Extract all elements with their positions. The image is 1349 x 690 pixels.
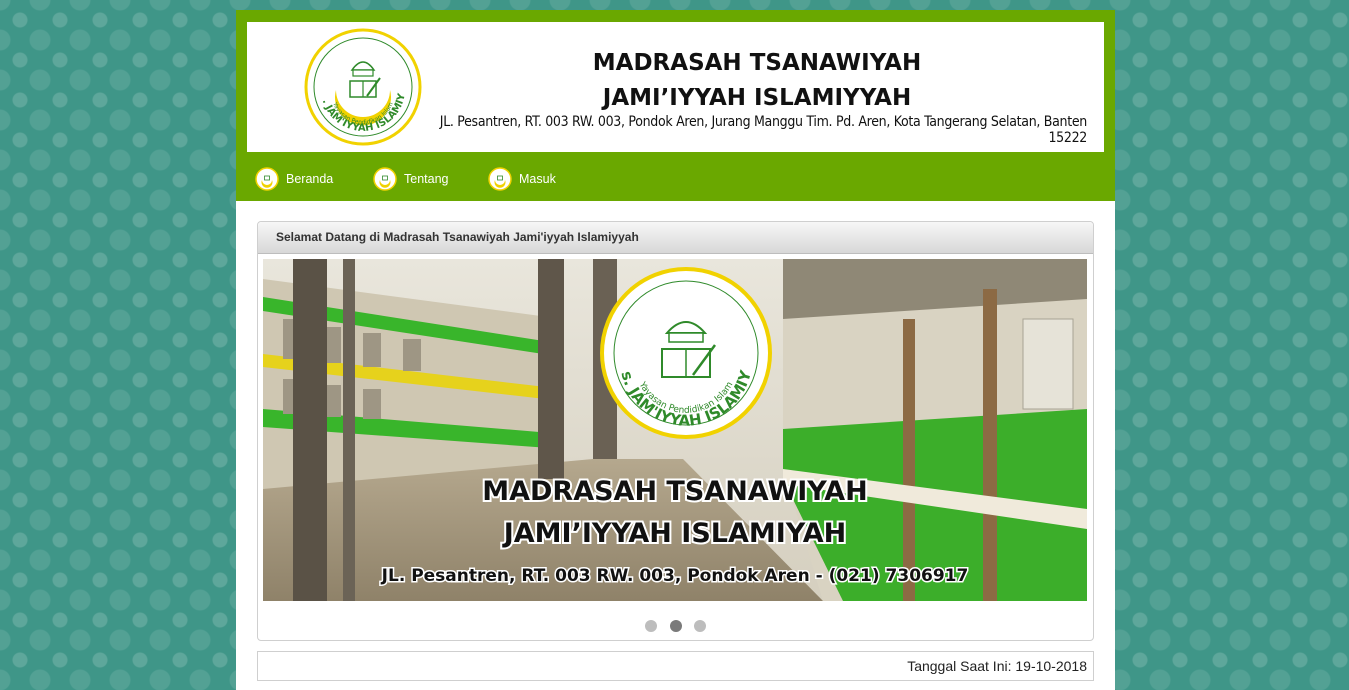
nav-item-label: Tentang	[404, 172, 449, 186]
site-title-line1: MADRASAH TSANAWIYAH	[592, 50, 922, 76]
slide-title-line1: MADRASAH TSANAWIYAH	[482, 476, 868, 507]
welcome-panel: Selamat Datang di Madrasah Tsanawiyah Ja…	[257, 221, 1094, 641]
site-title-line2: JAMI’IYYAH ISLAMIYYAH	[602, 85, 912, 111]
nav-item-masuk[interactable]: Masuk	[488, 163, 556, 195]
slide-dot-active[interactable]	[669, 620, 682, 632]
slide-title-line2: JAMI’IYYAH ISLAMIYAH	[502, 518, 847, 549]
date-bar: Tanggal Saat Ini: 19-10-2018	[257, 651, 1094, 681]
site-address: JL. Pesantren, RT. 003 RW. 003, Pondok A…	[439, 114, 1088, 146]
nav-item-label: Masuk	[519, 172, 556, 186]
page-container: MTs. JAM'IYYAH ISLAMIYAH Yayasan Pendidi…	[236, 10, 1115, 690]
main-nav: Beranda Tentang Masuk	[236, 163, 1115, 201]
school-logo-icon	[255, 167, 279, 191]
school-logo-icon: MTs. JAM'IYYAH ISLAMIYAH Yayasan Pendidi…	[304, 28, 422, 146]
school-logo-icon	[373, 167, 397, 191]
current-date: Tanggal Saat Ini: 19-10-2018	[907, 658, 1087, 674]
header-banner: MTs. JAM'IYYAH ISLAMIYAH Yayasan Pendidi…	[247, 22, 1104, 152]
site-header: MTs. JAM'IYYAH ISLAMIYAH Yayasan Pendidi…	[236, 10, 1115, 201]
slide-dot[interactable]	[645, 620, 658, 632]
panel-heading: Selamat Datang di Madrasah Tsanawiyah Ja…	[258, 222, 1093, 254]
school-logo-icon	[488, 167, 512, 191]
slide-address: JL. Pesantren, RT. 003 RW. 003, Pondok A…	[381, 566, 969, 586]
slideshow-dots	[258, 619, 1093, 637]
nav-item-tentang[interactable]: Tentang	[373, 163, 448, 195]
slideshow-image: MTs. JAM'IYYAH ISLAMIYAH Yayasan Pendidi…	[263, 259, 1087, 601]
slide-dot[interactable]	[693, 620, 706, 632]
nav-item-beranda[interactable]: Beranda	[255, 163, 333, 195]
nav-item-label: Beranda	[286, 172, 334, 186]
site-title: MADRASAH TSANAWIYAH JAMI’IYYAH ISLAMIYYA…	[497, 46, 1017, 116]
